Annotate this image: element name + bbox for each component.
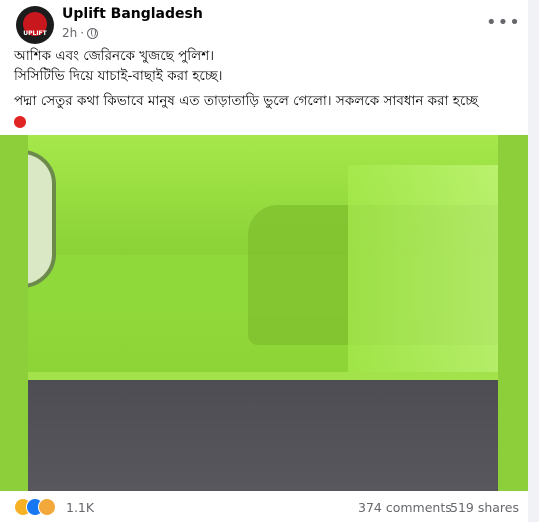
avatar-text: UPLIFT: [23, 30, 47, 37]
post-time[interactable]: 2h: [62, 26, 77, 40]
comments-count[interactable]: 374 comments: [358, 500, 452, 515]
page-avatar[interactable]: UPLIFT: [16, 6, 54, 44]
post-meta: 2h ·: [62, 26, 99, 40]
post-text: আশিক এবং জেরিনকে খুজছে পুলিশ। সিসিটিভি দ…: [14, 46, 519, 111]
reaction-count[interactable]: 1.1K: [66, 500, 94, 515]
reaction-icons[interactable]: [14, 498, 74, 516]
red-circle-emoji: [14, 116, 26, 128]
page-name-link[interactable]: Uplift Bangladesh: [62, 6, 203, 22]
post-line: পদ্মা সেতুর কথা কিভাবে মানুষ এত তাড়াতাড…: [14, 93, 479, 109]
scrollbar[interactable]: [530, 0, 539, 522]
post-photo[interactable]: [0, 135, 528, 521]
photo-image: [28, 135, 498, 521]
more-options-button[interactable]: •••: [486, 12, 521, 33]
shares-count[interactable]: 519 shares: [450, 500, 519, 515]
separator: ·: [80, 26, 85, 40]
post-line: আশিক এবং জেরিনকে খুজছে পুলিশ।: [14, 48, 215, 64]
globe-icon: [87, 27, 99, 39]
post-card: UPLIFT Uplift Bangladesh 2h · ••• আশিক এ…: [0, 0, 528, 522]
post-line: সিসিটিভি দিয়ে যাচাই-বাছাই করা হচ্ছে।: [14, 68, 223, 84]
sad-icon: [38, 498, 56, 516]
